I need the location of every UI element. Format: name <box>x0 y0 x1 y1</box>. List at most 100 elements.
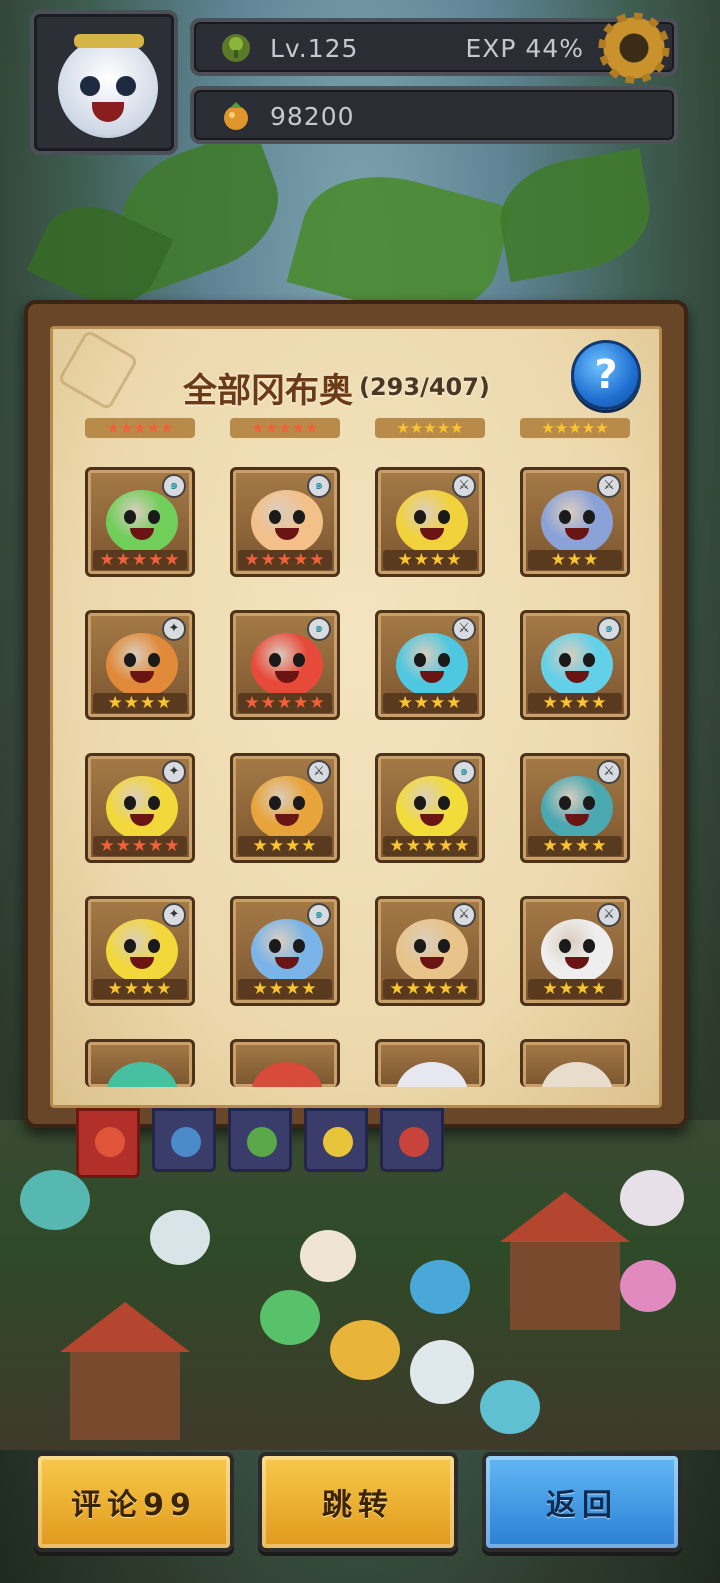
gumball-card[interactable]: ⚔ ★★★★ <box>520 896 630 1006</box>
gumball-card[interactable] <box>375 1039 485 1087</box>
gumball-card[interactable]: ⚔ ★★★★★ <box>375 896 485 1006</box>
star-rating: ★★★★★ <box>93 836 187 856</box>
star-rating: ★★★★★ <box>383 836 477 856</box>
gumball-portrait <box>251 919 323 983</box>
player-exp: EXP 44% <box>465 34 584 63</box>
sword-class-icon: ⚔ <box>452 617 476 641</box>
gumball-card[interactable]: ๑ ★★★★★ <box>230 467 340 577</box>
water-class-icon: ๑ <box>307 903 331 927</box>
background-leaf <box>491 147 659 283</box>
star-rating: ★★★★ <box>383 550 477 570</box>
nature-gumball-icon <box>247 1127 277 1157</box>
gumball-portrait <box>396 633 468 697</box>
star-rating: ★★★★ <box>238 979 332 999</box>
gumball-portrait <box>251 1062 323 1087</box>
gumball-card[interactable]: ✦ ★★★★★ <box>85 753 195 863</box>
star-rating: ★★★★ <box>238 836 332 856</box>
gumball-portrait <box>541 1062 613 1087</box>
gumball-card[interactable]: ๑ ★★★★ <box>520 610 630 720</box>
star-rating: ★★★★ <box>528 979 622 999</box>
star-rating: ★★★★★ <box>238 550 332 570</box>
gumball-card[interactable]: ⚔ ★★★★ <box>230 753 340 863</box>
gumball-card[interactable]: ๑ ★★★★★ <box>375 753 485 863</box>
star-rating: ★★★★ <box>528 693 622 713</box>
gumball-portrait <box>106 776 178 840</box>
water-class-icon: ๑ <box>452 760 476 784</box>
fire-gumball-icon <box>399 1127 429 1157</box>
panel-title-text: 全部冈布奥 <box>183 370 353 411</box>
star-rating: ★★★★ <box>93 693 187 713</box>
water-gumball-icon <box>171 1127 201 1157</box>
tab-light[interactable] <box>304 1108 368 1172</box>
gumball-card[interactable]: ⚔ ★★★★ <box>520 753 630 863</box>
tab-nature[interactable] <box>228 1108 292 1172</box>
sword-class-icon: ⚔ <box>452 474 476 498</box>
avatar-face <box>58 38 158 138</box>
star-rating: ★★★★★ <box>238 693 332 713</box>
player-avatar[interactable] <box>30 10 178 155</box>
gumball-card[interactable]: ⚔ ★★★ <box>520 467 630 577</box>
gumball-portrait <box>396 776 468 840</box>
help-button[interactable]: ? <box>571 340 641 410</box>
background-gumball <box>300 1230 356 1282</box>
water-class-icon: ๑ <box>597 617 621 641</box>
water-class-icon: ๑ <box>162 474 186 498</box>
star-rating: ★★★ <box>528 550 622 570</box>
gumball-card[interactable] <box>230 1039 340 1087</box>
gumball-portrait <box>106 919 178 983</box>
mage-class-icon: ✦ <box>162 760 186 784</box>
star-rating: ★★★★ <box>383 693 477 713</box>
gumball-card[interactable] <box>85 1039 195 1087</box>
sword-class-icon: ⚔ <box>307 760 331 784</box>
village-house <box>500 1192 630 1330</box>
clipped-star-row: ★★★★★ <box>520 418 630 438</box>
gumball-card[interactable]: ๑ ★★★★★ <box>230 610 340 720</box>
avatar-crown <box>74 34 144 48</box>
collection-count: (293/407) <box>359 373 490 401</box>
gumball-portrait <box>541 633 613 697</box>
jump-button[interactable]: 跳转 <box>258 1452 458 1552</box>
player-level: Lv.125 <box>270 34 359 63</box>
sword-class-icon: ⚔ <box>597 903 621 927</box>
gumball-portrait <box>541 490 613 554</box>
group-icon <box>95 1127 125 1157</box>
gumball-portrait <box>541 776 613 840</box>
comment-button[interactable]: 评论99 <box>34 1452 234 1552</box>
back-button[interactable]: 返回 <box>482 1452 682 1552</box>
tab-fire[interactable] <box>380 1108 444 1172</box>
gumball-card[interactable]: ๑ ★★★★ <box>230 896 340 1006</box>
gumball-card[interactable]: ๑ ★★★★★ <box>85 467 195 577</box>
background-gumball <box>260 1290 320 1345</box>
gumball-portrait <box>106 490 178 554</box>
gumball-portrait <box>251 776 323 840</box>
gumball-card[interactable]: ⚔ ★★★★ <box>375 467 485 577</box>
gumball-card[interactable] <box>520 1039 630 1087</box>
gumball-portrait <box>396 1062 468 1087</box>
water-class-icon: ๑ <box>307 474 331 498</box>
tab-all[interactable] <box>76 1108 140 1178</box>
background-gumball <box>330 1320 400 1380</box>
background-gumball <box>150 1210 210 1265</box>
gear-icon[interactable] <box>598 12 670 84</box>
background-gumball <box>620 1260 676 1312</box>
background-gumball <box>410 1340 474 1404</box>
star-rating: ★★★★ <box>93 979 187 999</box>
gumball-portrait <box>396 490 468 554</box>
panel-title: 全部冈布奥 (293/407) <box>183 362 490 412</box>
background-gumball <box>20 1170 90 1230</box>
star-rating: ★★★★★ <box>93 550 187 570</box>
gumball-portrait <box>251 490 323 554</box>
mage-class-icon: ✦ <box>162 903 186 927</box>
gumball-card[interactable]: ⚔ ★★★★ <box>375 610 485 720</box>
gumball-card[interactable]: ✦ ★★★★ <box>85 896 195 1006</box>
gumball-card[interactable]: ✦ ★★★★ <box>85 610 195 720</box>
clipped-star-row: ★★★★★ <box>375 418 485 438</box>
gumball-portrait <box>106 1062 178 1087</box>
tab-water[interactable] <box>152 1108 216 1172</box>
sword-class-icon: ⚔ <box>597 760 621 784</box>
water-class-icon: ๑ <box>307 617 331 641</box>
gumball-portrait <box>396 919 468 983</box>
mage-class-icon: ✦ <box>162 617 186 641</box>
gumball-portrait <box>251 633 323 697</box>
background-gumball <box>480 1380 540 1434</box>
